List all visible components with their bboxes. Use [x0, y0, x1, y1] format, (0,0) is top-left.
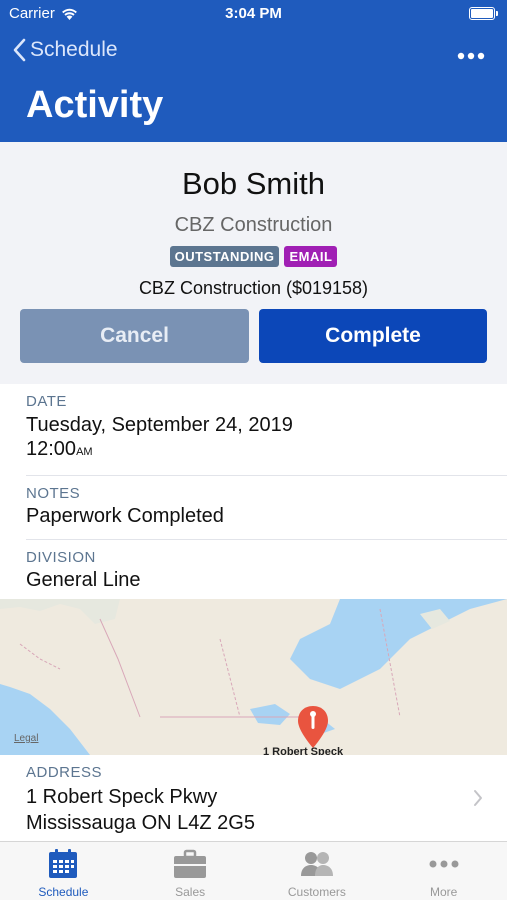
- tab-schedule[interactable]: Schedule: [0, 842, 127, 900]
- notes-value: Paperwork Completed: [26, 505, 224, 527]
- activity-details: DATE Tuesday, September 24, 2019 12:00AM…: [0, 384, 507, 603]
- cancel-button[interactable]: Cancel: [20, 309, 249, 363]
- people-icon: [300, 852, 333, 876]
- tab-more[interactable]: More: [380, 842, 507, 900]
- contact-name: Bob Smith: [181, 166, 325, 201]
- map-pin-icon: [298, 706, 328, 748]
- date-label: DATE: [26, 393, 67, 410]
- date-value: Tuesday, September 24, 2019: [26, 414, 293, 436]
- chevron-right-icon: [474, 790, 482, 806]
- chevron-left-icon: [13, 38, 26, 62]
- ellipsis-icon: [457, 52, 485, 60]
- status-bar: Carrier 3:04 PM: [0, 0, 507, 28]
- tab-more-label: More: [429, 885, 458, 899]
- address-label: ADDRESS: [26, 764, 103, 781]
- status-badge-outstanding: OUTSTANDING: [169, 246, 280, 267]
- division-label: DIVISION: [26, 549, 96, 566]
- tab-schedule-label: Schedule: [38, 885, 89, 899]
- date-value-group: Tuesday, September 24, 2019 12:00AM: [26, 413, 507, 475]
- back-button-label: Schedule: [30, 38, 118, 61]
- page-title: Activity: [26, 84, 164, 126]
- status-badges: OUTSTANDING EMAIL: [0, 246, 507, 267]
- clock: 3:04 PM: [225, 5, 282, 22]
- time-value: 12:00: [26, 438, 77, 460]
- back-button[interactable]: Schedule: [12, 38, 118, 62]
- time-suffix: AM: [76, 446, 93, 458]
- tab-sales[interactable]: Sales: [127, 842, 254, 900]
- tab-sales-label: Sales: [175, 885, 206, 899]
- map-terrain: [0, 599, 507, 755]
- more-dots-icon: [429, 860, 459, 868]
- map-pin-label: 1 Robert Speck: [263, 746, 344, 755]
- location-map[interactable]: Legal 1 Robert Speck: [0, 599, 507, 755]
- division-field: DIVISION General Line: [0, 540, 507, 603]
- tab-customers-label: Customers: [287, 885, 346, 899]
- address-line-2: Mississauga ON L4Z 2G5: [26, 812, 255, 834]
- battery-icon: [469, 7, 498, 20]
- contact-company: CBZ Construction: [174, 214, 333, 236]
- map-legal-link[interactable]: Legal: [14, 733, 38, 744]
- division-value: General Line: [26, 569, 141, 591]
- more-options-button[interactable]: [457, 42, 485, 60]
- calendar-icon: [49, 849, 78, 878]
- notes-field: NOTES Paperwork Completed: [0, 476, 507, 539]
- address-line-1: 1 Robert Speck Pkwy: [26, 786, 218, 808]
- briefcase-icon: [174, 849, 207, 878]
- notes-label: NOTES: [26, 485, 81, 502]
- status-badge-email: EMAIL: [284, 246, 338, 267]
- tab-customers[interactable]: Customers: [254, 842, 381, 900]
- navigation-bar: Carrier 3:04 PM Schedule Activity: [0, 0, 507, 142]
- time-value-row: 12:00AM: [26, 437, 507, 475]
- address-row[interactable]: ADDRESS 1 Robert Speck Pkwy Mississauga …: [0, 755, 507, 841]
- tab-bar: Schedule Sales Customers More: [0, 841, 507, 900]
- complete-button[interactable]: Complete: [259, 309, 487, 363]
- contact-summary: Bob Smith CBZ Construction OUTSTANDING E…: [0, 142, 507, 384]
- date-field: DATE Tuesday, September 24, 2019 12:00AM: [0, 384, 507, 475]
- job-reference: CBZ Construction ($019158): [138, 278, 369, 298]
